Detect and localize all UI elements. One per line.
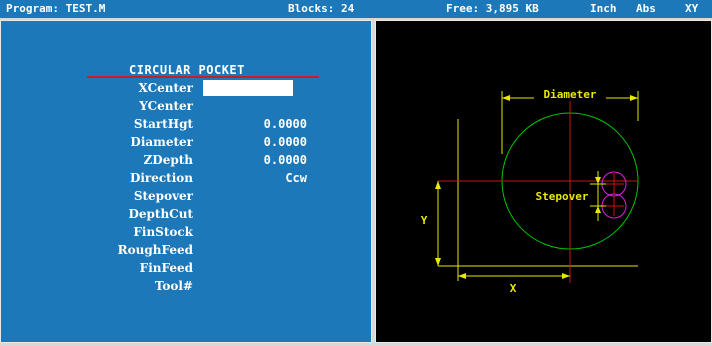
- x-arrow-right: [562, 273, 570, 279]
- diagram-panel: Diameter Y X Stepover: [375, 20, 712, 343]
- stepover-label: Stepover: [536, 190, 589, 203]
- diameter-arrow-left: [502, 95, 510, 101]
- mode-indicator: Abs: [636, 2, 656, 15]
- stepover-arrow-bottom: [595, 206, 601, 213]
- field-row-xcenter: XCenter: [1, 80, 373, 97]
- y-arrow-top: [435, 181, 441, 189]
- field-label-depthcut: DepthCut: [128, 207, 193, 221]
- field-label-diameter: Diameter: [130, 135, 193, 149]
- units-indicator: Inch: [590, 2, 617, 15]
- field-label-starthgt: StartHgt: [133, 117, 193, 131]
- field-label-tool: Tool#: [154, 279, 193, 293]
- xcenter-input[interactable]: [203, 80, 293, 96]
- field-label-zdepth: ZDepth: [143, 153, 193, 167]
- field-row-ycenter: YCenter: [1, 98, 373, 115]
- field-row-stepover: Stepover: [1, 188, 373, 205]
- field-label-stepover: Stepover: [133, 189, 193, 203]
- field-row-finstock: FinStock: [1, 224, 373, 241]
- field-row-finfeed: FinFeed: [1, 260, 373, 277]
- status-bar: Program: TEST.M Blocks: 24 Free: 3,895 K…: [0, 0, 712, 18]
- free-memory: Free: 3,895 KB: [446, 2, 539, 15]
- x-arrow-left: [458, 273, 466, 279]
- program-name: Program: TEST.M: [6, 2, 106, 15]
- field-label-direction: Direction: [129, 171, 193, 185]
- block-count: Blocks: 24: [288, 2, 355, 15]
- diameter-arrow-right: [630, 95, 638, 101]
- pocket-diagram: Diameter Y X Stepover: [421, 88, 639, 295]
- field-label-roughfeed: RoughFeed: [117, 243, 193, 257]
- field-row-starthgt: StartHgt 0.0000: [1, 116, 373, 133]
- field-label-xcenter: XCenter: [138, 81, 193, 95]
- field-row-zdepth: ZDepth 0.0000: [1, 152, 373, 169]
- starthgt-value[interactable]: 0.0000: [264, 116, 307, 133]
- y-label: Y: [421, 214, 428, 227]
- field-row-tool: Tool#: [1, 278, 373, 295]
- diameter-label: Diameter: [544, 88, 597, 101]
- field-label-finfeed: FinFeed: [139, 261, 193, 275]
- form-panel: CIRCULAR POCKET XCenter YCenter StartHgt…: [0, 20, 372, 343]
- direction-value[interactable]: Ccw: [285, 170, 307, 187]
- title-divider: [87, 76, 319, 78]
- diameter-value[interactable]: 0.0000: [264, 134, 307, 151]
- field-label-ycenter: YCenter: [139, 99, 193, 113]
- plane-indicator: XY: [685, 2, 699, 15]
- form-title: CIRCULAR POCKET: [129, 63, 245, 77]
- field-row-diameter: Diameter 0.0000: [1, 134, 373, 151]
- x-label: X: [510, 282, 517, 295]
- field-row-depthcut: DepthCut: [1, 206, 373, 223]
- zdepth-value[interactable]: 0.0000: [264, 152, 307, 169]
- field-row-direction: Direction Ccw: [1, 170, 373, 187]
- y-arrow-bottom: [435, 258, 441, 266]
- field-label-finstock: FinStock: [133, 225, 193, 239]
- field-row-roughfeed: RoughFeed: [1, 242, 373, 259]
